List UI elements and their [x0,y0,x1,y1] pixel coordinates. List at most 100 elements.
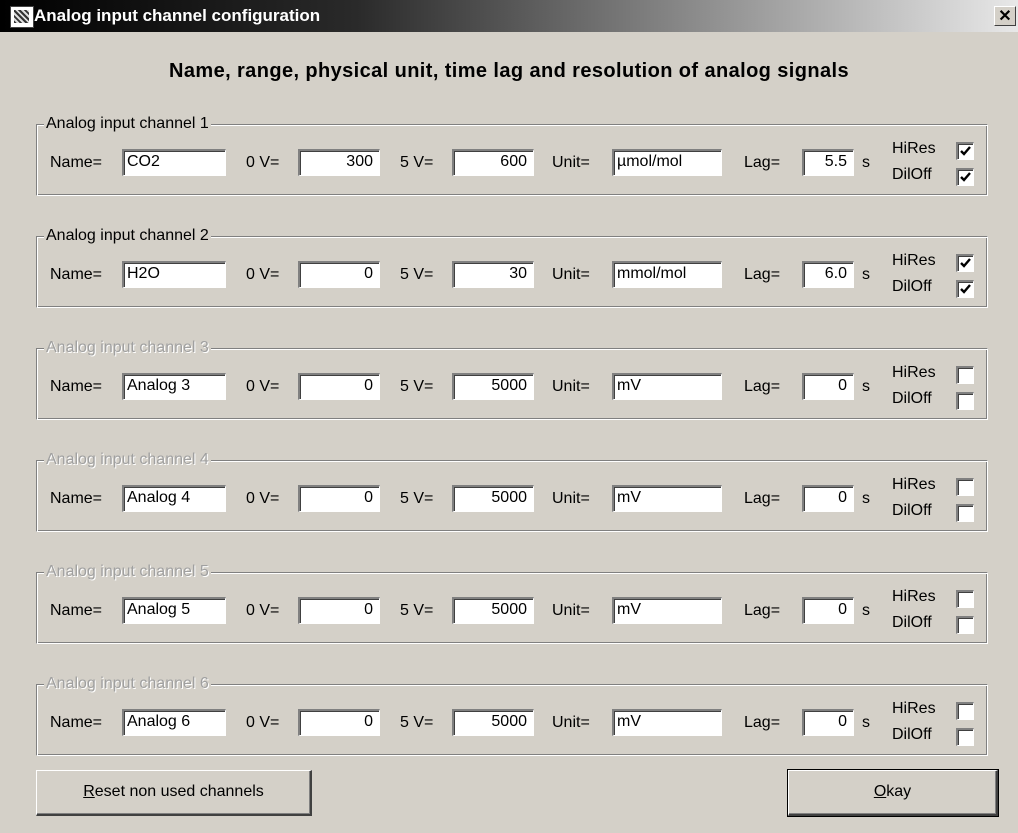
seconds-label: s [862,602,870,619]
channel-6-diloff-checkbox[interactable] [956,728,974,746]
channel-4-hires-checkbox[interactable] [956,478,974,496]
checkmark-icon [960,146,971,156]
channel-5-diloff-checkbox[interactable] [956,616,974,634]
channel-5-unit-field[interactable]: mV [612,597,722,624]
channel-3-diloff-checkbox[interactable] [956,392,974,410]
channel-6-zero-volt-field[interactable]: 0 [298,709,380,736]
channel-6-hires-checkbox[interactable] [956,702,974,720]
five-volt-label: 5 V= [400,378,434,395]
name-label: Name= [50,602,103,619]
channel-4-unit-field[interactable]: mV [612,485,722,512]
channel-3-name-field[interactable]: Analog 3 [122,373,226,400]
five-volt-label: 5 V= [400,490,434,507]
hires-label: HiRes [892,700,936,717]
hires-label: HiRes [892,252,936,269]
five-volt-label: 5 V= [400,266,434,283]
okay-button[interactable]: Okay [787,769,999,817]
seconds-label: s [862,378,870,395]
zero-volt-label: 0 V= [246,154,280,171]
channel-5-lag-field[interactable]: 0 [802,597,854,624]
close-button[interactable]: ✕ [994,6,1016,26]
channel-6-lag-field[interactable]: 0 [802,709,854,736]
channel-2-lag-field[interactable]: 6.0 [802,261,854,288]
diloff-label: DilOff [892,502,932,519]
diloff-label: DilOff [892,390,932,407]
channel-1-five-volt-field[interactable]: 600 [452,149,534,176]
channel-1-lag-field[interactable]: 5.5 [802,149,854,176]
hires-label: HiRes [892,364,936,381]
channel-4-title: Analog input channel 4 [44,451,211,469]
zero-volt-label: 0 V= [246,602,280,619]
channel-4-five-volt-field[interactable]: 5000 [452,485,534,512]
diloff-label: DilOff [892,614,932,631]
five-volt-label: 5 V= [400,602,434,619]
channel-1-title: Analog input channel 1 [44,115,211,133]
channel-2-unit-field[interactable]: mmol/mol [612,261,722,288]
hires-label: HiRes [892,140,936,157]
name-label: Name= [50,714,103,731]
seconds-label: s [862,490,870,507]
channel-3-five-volt-field[interactable]: 5000 [452,373,534,400]
channel-1-zero-volt-field[interactable]: 300 [298,149,380,176]
channel-2-diloff-checkbox[interactable] [956,280,974,298]
reset-label: eset non used channels [94,783,264,800]
name-label: Name= [50,378,103,395]
channel-4-name-field[interactable]: Analog 4 [122,485,226,512]
unit-label: Unit= [552,490,590,507]
channel-4-zero-volt-field[interactable]: 0 [298,485,380,512]
zero-volt-label: 0 V= [246,266,280,283]
channel-1-name-field[interactable]: CO2 [122,149,226,176]
lag-label: Lag= [744,602,781,619]
channel-5-five-volt-field[interactable]: 5000 [452,597,534,624]
lag-label: Lag= [744,714,781,731]
dialog-heading: Name, range, physical unit, time lag and… [169,60,849,82]
channel-6-five-volt-field[interactable]: 5000 [452,709,534,736]
channel-5-zero-volt-field[interactable]: 0 [298,597,380,624]
channel-4-lag-field[interactable]: 0 [802,485,854,512]
channel-4-diloff-checkbox[interactable] [956,504,974,522]
unit-label: Unit= [552,378,590,395]
checkmark-icon [960,172,971,182]
seconds-label: s [862,714,870,731]
reset-unused-channels-button[interactable]: Reset non used channels [36,770,312,816]
lag-label: Lag= [744,266,781,283]
okay-mnemonic: O [873,783,887,800]
five-volt-label: 5 V= [400,714,434,731]
channel-5-name-field[interactable]: Analog 5 [122,597,226,624]
lag-label: Lag= [744,378,781,395]
title-bar[interactable]: Analog input channel configuration ✕ [0,0,1018,32]
channel-2-title: Analog input channel 2 [44,227,211,245]
channel-2-name-field[interactable]: H2O [122,261,226,288]
name-label: Name= [50,266,103,283]
diloff-label: DilOff [892,726,932,743]
channel-1-diloff-checkbox[interactable] [956,168,974,186]
channel-2-five-volt-field[interactable]: 30 [452,261,534,288]
window-title: Analog input channel configuration [34,6,321,25]
unit-label: Unit= [552,266,590,283]
unit-label: Unit= [552,714,590,731]
unit-label: Unit= [552,602,590,619]
hires-label: HiRes [892,476,936,493]
channel-2-zero-volt-field[interactable]: 0 [298,261,380,288]
channel-6-title: Analog input channel 6 [44,675,211,693]
app-icon[interactable] [10,6,34,28]
channel-6-unit-field[interactable]: mV [612,709,722,736]
zero-volt-label: 0 V= [246,714,280,731]
name-label: Name= [50,154,103,171]
channel-3-unit-field[interactable]: mV [612,373,722,400]
unit-label: Unit= [552,154,590,171]
okay-label: kay [886,783,912,800]
channel-2-hires-checkbox[interactable] [956,254,974,272]
seconds-label: s [862,266,870,283]
channel-5-hires-checkbox[interactable] [956,590,974,608]
channel-3-hires-checkbox[interactable] [956,366,974,384]
channel-3-zero-volt-field[interactable]: 0 [298,373,380,400]
channel-1-unit-field[interactable]: µmol/mol [612,149,722,176]
channel-5-title: Analog input channel 5 [44,563,211,581]
channel-1-hires-checkbox[interactable] [956,142,974,160]
five-volt-label: 5 V= [400,154,434,171]
channel-3-lag-field[interactable]: 0 [802,373,854,400]
checkmark-icon [960,258,971,268]
diloff-label: DilOff [892,278,932,295]
channel-6-name-field[interactable]: Analog 6 [122,709,226,736]
